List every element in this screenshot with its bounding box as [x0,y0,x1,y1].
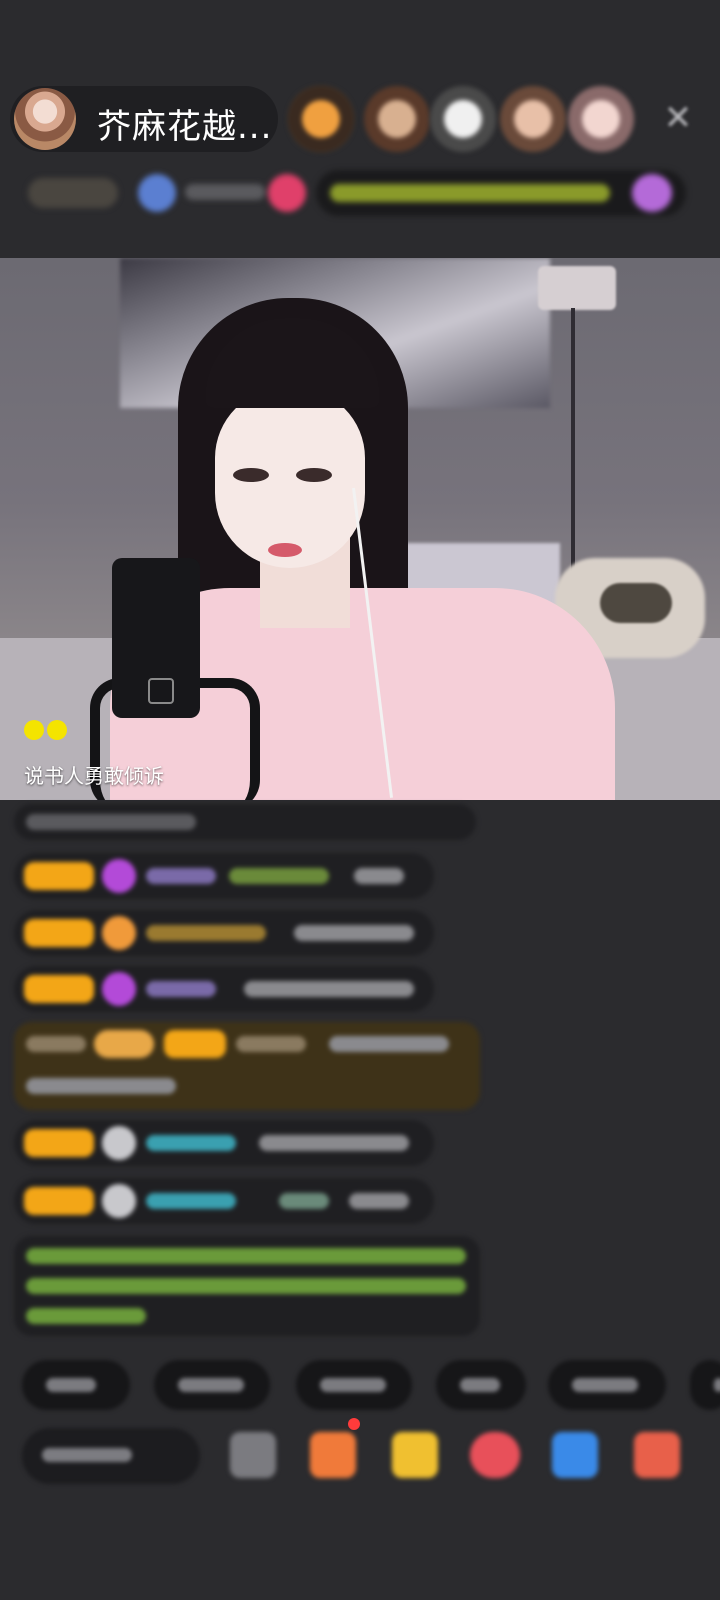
viewer-avatar[interactable] [364,86,430,152]
chat-message-system[interactable] [14,1236,480,1336]
chat-message[interactable] [14,853,434,899]
quick-reply-tag[interactable] [436,1360,526,1410]
host-name[interactable]: 芥麻花越... [97,99,272,148]
chat-message[interactable] [14,910,434,956]
quick-reply-tag[interactable] [296,1360,412,1410]
notification-badge [348,1418,360,1430]
streamer-lips [268,543,302,557]
gift-box-icon[interactable] [310,1432,356,1478]
treasure-icon[interactable] [392,1432,438,1478]
floor-lamp [538,266,616,310]
chat-message[interactable] [14,966,434,1012]
close-icon[interactable]: ✕ [660,100,696,136]
viewer-avatar[interactable] [288,86,354,152]
red-packet-icon[interactable] [470,1432,520,1478]
game-icon[interactable] [552,1432,598,1478]
viewer-avatar[interactable] [568,86,634,152]
streamer-eye [296,468,332,482]
dual-dot-icon [24,720,70,744]
viewer-avatar[interactable] [500,86,566,152]
chat-message[interactable] [14,1178,434,1224]
streamer-eye [233,468,269,482]
quick-reply-tag[interactable] [154,1360,270,1410]
chat-input[interactable] [22,1428,200,1484]
chat-message[interactable] [14,804,476,840]
chat-message[interactable] [14,1120,434,1166]
stage-caption: 说书人勇敢倾诉 [24,764,164,788]
viewer-avatar[interactable] [430,86,496,152]
quick-reply-tag[interactable] [22,1360,130,1410]
live-video-stream[interactable] [0,258,720,800]
pet-dog [600,583,672,623]
more-grid-icon[interactable] [634,1432,680,1478]
mic-logo [148,678,174,704]
host-badges-row[interactable] [20,170,690,216]
host-avatar[interactable] [14,88,76,150]
chat-message-highlight[interactable] [14,1022,480,1110]
quick-reply-tag[interactable] [690,1360,720,1410]
emoji-icon[interactable] [230,1432,276,1478]
quick-reply-tag[interactable] [548,1360,666,1410]
